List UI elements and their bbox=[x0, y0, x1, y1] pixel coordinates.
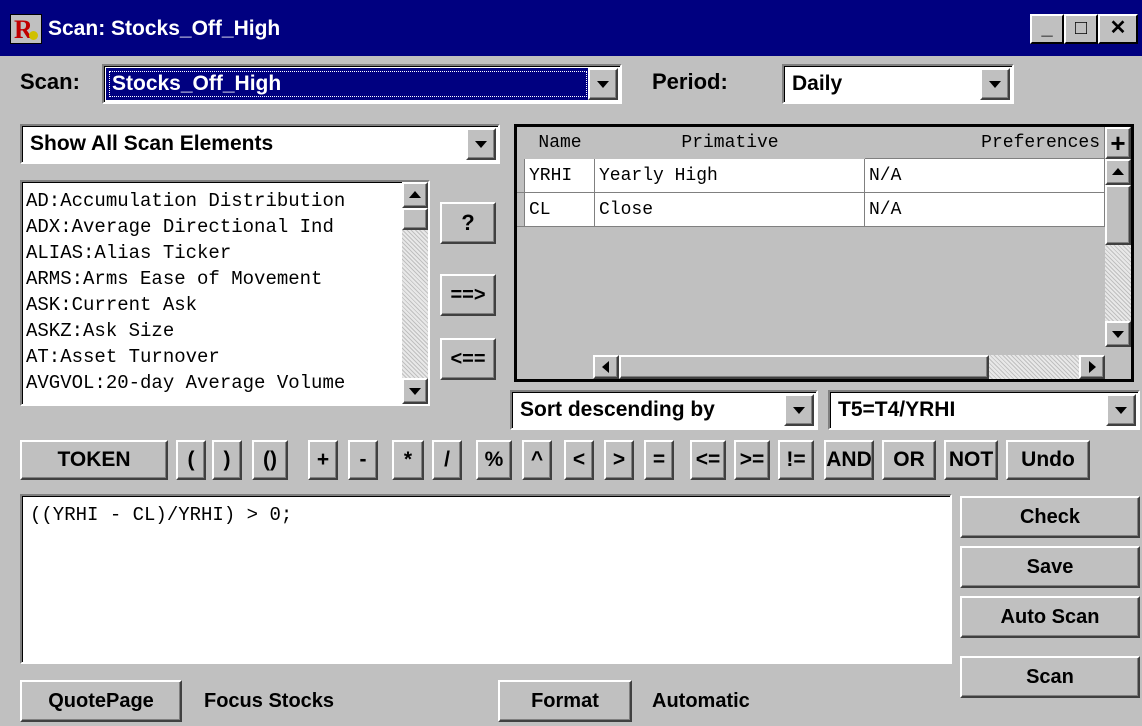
scan-label: Scan: bbox=[20, 69, 80, 94]
list-item[interactable]: AT:Asset Turnover bbox=[26, 344, 220, 370]
operator-button[interactable]: <= bbox=[690, 440, 726, 480]
plus-icon[interactable]: + bbox=[1105, 127, 1131, 159]
operator-button[interactable]: % bbox=[476, 440, 512, 480]
operator-button[interactable]: ^ bbox=[522, 440, 552, 480]
element-filter-select[interactable]: Show All Scan Elements bbox=[20, 124, 500, 164]
operator-button[interactable]: >= bbox=[734, 440, 770, 480]
grid-header-primative[interactable]: Primative bbox=[595, 127, 866, 160]
scroll-down-icon[interactable] bbox=[402, 378, 428, 404]
operator-button[interactable]: ( bbox=[176, 440, 206, 480]
format-mode-label: Automatic bbox=[652, 690, 750, 712]
add-element-button[interactable]: ==> bbox=[440, 274, 496, 316]
scan-button[interactable]: Scan bbox=[960, 656, 1140, 698]
grid-vertical-scrollbar[interactable] bbox=[1105, 159, 1131, 347]
scroll-thumb[interactable] bbox=[1105, 185, 1131, 245]
scan-elements-items: AD:Accumulation Distribution ADX:Average … bbox=[22, 184, 400, 402]
scan-elements-list[interactable]: AD:Accumulation Distribution ADX:Average … bbox=[20, 180, 430, 406]
operator-button[interactable]: - bbox=[348, 440, 378, 480]
sort-order-value: Sort descending by bbox=[520, 398, 715, 421]
selected-elements-grid[interactable]: Name Primative Preferences YRHI Yearly Hi… bbox=[514, 124, 1134, 382]
sort-field-select[interactable]: T5=T4/YRHI bbox=[828, 390, 1140, 430]
grid-horizontal-scrollbar[interactable] bbox=[593, 355, 1105, 379]
focus-stocks-label: Focus Stocks bbox=[204, 690, 335, 712]
operator-button[interactable]: NOT bbox=[944, 440, 998, 480]
operator-button[interactable]: ) bbox=[212, 440, 242, 480]
grid-cell[interactable]: Yearly High bbox=[595, 159, 865, 193]
list-item[interactable]: AD:Accumulation Distribution bbox=[26, 188, 345, 214]
period-select[interactable]: Daily bbox=[782, 64, 1014, 104]
list-item[interactable]: AVGVOL:20-day Average Volume bbox=[26, 370, 345, 396]
operator-button[interactable]: AND bbox=[824, 440, 874, 480]
close-icon[interactable]: ✕ bbox=[1098, 14, 1138, 44]
title-bar: R Scan: Stocks_Off_High _ □ ✕ bbox=[0, 0, 1142, 56]
list-scrollbar[interactable] bbox=[402, 182, 428, 404]
operator-button[interactable]: > bbox=[604, 440, 634, 480]
grid-cell[interactable]: Close bbox=[595, 193, 865, 227]
grid-header-name[interactable]: Name bbox=[525, 127, 596, 160]
grid-cell[interactable]: YRHI bbox=[525, 159, 595, 193]
grid-header-preferences[interactable]: Preferences bbox=[865, 127, 1105, 159]
element-filter-value: Show All Scan Elements bbox=[30, 132, 274, 155]
minimize-icon[interactable]: _ bbox=[1030, 14, 1064, 44]
scroll-down-icon[interactable] bbox=[1105, 321, 1131, 347]
scroll-right-icon[interactable] bbox=[1079, 355, 1105, 379]
auto-scan-button[interactable]: Auto Scan bbox=[960, 596, 1140, 638]
operator-button[interactable]: OR bbox=[882, 440, 936, 480]
chevron-down-icon[interactable] bbox=[588, 68, 618, 100]
grid-cell[interactable]: CL bbox=[525, 193, 595, 227]
operator-button[interactable]: + bbox=[308, 440, 338, 480]
operator-button[interactable]: Undo bbox=[1006, 440, 1090, 480]
expression-editor[interactable]: ((YRHI - CL)/YRHI) > 0; bbox=[20, 494, 952, 664]
chevron-down-icon[interactable] bbox=[466, 128, 496, 160]
grid-cell[interactable]: N/A bbox=[865, 159, 1105, 193]
chevron-down-icon[interactable] bbox=[980, 68, 1010, 100]
help-button[interactable]: ? bbox=[440, 202, 496, 244]
scroll-thumb[interactable] bbox=[402, 208, 428, 230]
format-button[interactable]: Format bbox=[498, 680, 632, 722]
sort-order-select[interactable]: Sort descending by bbox=[510, 390, 818, 430]
list-item[interactable]: ARMS:Arms Ease of Movement bbox=[26, 266, 322, 292]
scroll-left-icon[interactable] bbox=[593, 355, 619, 379]
list-item[interactable]: ASK:Current Ask bbox=[26, 292, 197, 318]
expression-text: ((YRHI - CL)/YRHI) > 0; bbox=[30, 504, 293, 526]
operator-button[interactable]: * bbox=[392, 440, 424, 480]
list-item[interactable]: ASKZ:Ask Size bbox=[26, 318, 174, 344]
operator-button[interactable]: < bbox=[564, 440, 594, 480]
operator-button[interactable]: = bbox=[644, 440, 674, 480]
operator-button[interactable]: / bbox=[432, 440, 462, 480]
chevron-down-icon[interactable] bbox=[784, 394, 814, 426]
period-select-value: Daily bbox=[792, 72, 843, 95]
app-logo-icon: R bbox=[10, 14, 42, 44]
list-item[interactable]: ALIAS:Alias Ticker bbox=[26, 240, 231, 266]
list-item[interactable]: ADX:Average Directional Ind bbox=[26, 214, 334, 240]
grid-cell[interactable]: N/A bbox=[865, 193, 1105, 227]
scroll-thumb[interactable] bbox=[619, 355, 989, 379]
operator-button[interactable]: () bbox=[252, 440, 288, 480]
scan-select[interactable]: Stocks_Off_High bbox=[102, 64, 622, 104]
check-button[interactable]: Check bbox=[960, 496, 1140, 538]
window-title: Scan: Stocks_Off_High bbox=[48, 17, 281, 40]
period-label: Period: bbox=[652, 69, 728, 94]
chevron-down-icon[interactable] bbox=[1106, 394, 1136, 426]
token-button[interactable]: TOKEN bbox=[20, 440, 168, 480]
scan-select-value: Stocks_Off_High bbox=[112, 72, 282, 95]
quotepage-button[interactable]: QuotePage bbox=[20, 680, 182, 722]
save-button[interactable]: Save bbox=[960, 546, 1140, 588]
remove-element-button[interactable]: <== bbox=[440, 338, 496, 380]
grid-body: Name Primative Preferences YRHI Yearly Hi… bbox=[517, 127, 1105, 347]
scroll-up-icon[interactable] bbox=[1105, 159, 1131, 185]
maximize-icon[interactable]: □ bbox=[1064, 14, 1098, 44]
operator-button[interactable]: != bbox=[778, 440, 814, 480]
scroll-up-icon[interactable] bbox=[402, 182, 428, 208]
sort-field-value: T5=T4/YRHI bbox=[838, 398, 956, 421]
